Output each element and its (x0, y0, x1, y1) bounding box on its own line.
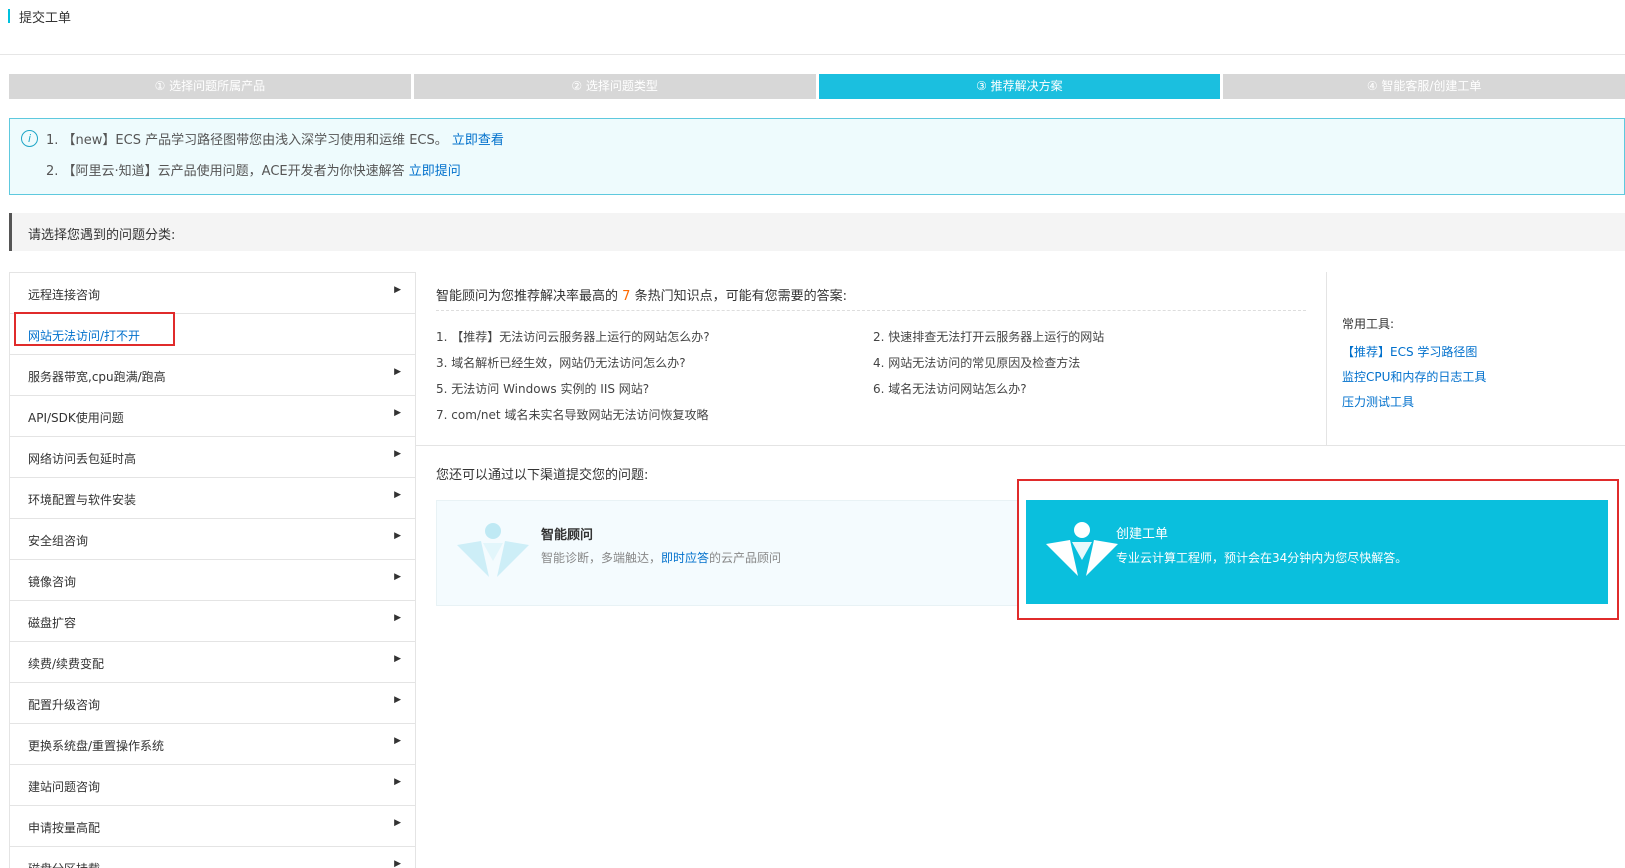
sidebar-item-environment-software[interactable]: 环境配置与软件安装 ▶ (10, 478, 415, 519)
sidebar-item-upgrade[interactable]: 配置升级咨询 ▶ (10, 683, 415, 724)
sidebar-item-api-sdk[interactable]: API/SDK使用问题 ▶ (10, 396, 415, 437)
sidebar-item-security-group[interactable]: 安全组咨询 ▶ (10, 519, 415, 560)
recommend-item-1[interactable]: 1. 【推荐】无法访问云服务器上运行的网站怎么办? (436, 328, 710, 345)
page-header: 提交工单 (0, 0, 1625, 55)
sidebar-item-label: 配置升级咨询 (28, 698, 101, 712)
notice-line-2-text: 2. 【阿里云·知道】云产品使用问题，ACE开发者为你快速解答 (46, 164, 405, 179)
step-4: ④ 智能客服/创建工单 (1223, 74, 1625, 99)
title-accent-bar (8, 9, 10, 23)
category-header: 请选择您遇到的问题分类: (9, 213, 1625, 251)
notice-line-1-text: 1. 【new】ECS 产品学习路径图带您由浅入深学习使用和运维 ECS。 (46, 133, 448, 148)
chevron-right-icon: ▶ (394, 613, 401, 623)
sidebar-item-website-building[interactable]: 建站问题咨询 ▶ (10, 765, 415, 806)
sidebar-item-bandwidth-cpu[interactable]: 服务器带宽,cpu跑满/跑高 ▶ (10, 355, 415, 396)
sidebar-item-label: 镜像咨询 (28, 575, 77, 589)
instant-answer-link[interactable]: 即时应答 (661, 551, 709, 565)
sidebar-item-network-latency[interactable]: 网络访问丢包延时高 ▶ (10, 437, 415, 478)
sidebar-item-label: 服务器带宽,cpu跑满/跑高 (28, 370, 166, 384)
recommend-item-7[interactable]: 7. com/net 域名未实名导致网站无法访问恢复攻略 (436, 406, 708, 423)
chevron-right-icon: ▶ (394, 408, 401, 418)
sidebar-item-renewal[interactable]: 续费/续费变配 ▶ (10, 642, 415, 683)
recommend-item-3[interactable]: 3. 域名解析已经生效，网站仍无法访问怎么办? (436, 354, 686, 371)
create-ticket-desc: 专业云计算工程师，预计会在34分钟内为您尽快解答。 (1116, 551, 1408, 565)
create-ticket-title: 创建工单 (1116, 527, 1169, 542)
sidebar-item-label: 安全组咨询 (28, 534, 89, 548)
sidebar-item-label: 建站问题咨询 (28, 780, 101, 794)
chevron-right-icon: ▶ (394, 285, 401, 295)
step-progress: ① 选择问题所属产品 ② 选择问题类型 ③ 推荐解决方案 ④ 智能客服/创建工单 (9, 74, 1625, 99)
step-3-active: ③ 推荐解决方案 (818, 74, 1221, 99)
recommend-item-5[interactable]: 5. 无法访问 Windows 实例的 IIS 网站? (436, 380, 649, 397)
notice-line-1: 1. 【new】ECS 产品学习路径图带您由浅入深学习使用和运维 ECS。 立即… (46, 129, 504, 148)
tool-link-monitor[interactable]: 监控CPU和内存的日志工具 (1342, 368, 1486, 385)
recommend-title-suffix: 条热门知识点，可能有您需要的答案: (634, 289, 847, 304)
recommend-item-2[interactable]: 2. 快速排查无法打开云服务器上运行的网站 (873, 328, 1104, 345)
chevron-right-icon: ▶ (394, 818, 401, 828)
sidebar-item-label: 远程连接咨询 (28, 288, 101, 302)
page-title: 提交工单 (19, 11, 72, 26)
chevron-right-icon: ▶ (394, 777, 401, 787)
sidebar-item-disk-partition[interactable]: 磁盘分区挂载▶ (10, 847, 415, 868)
smart-advisor-desc-prefix: 智能诊断，多端触达， (541, 551, 662, 565)
recommend-title-prefix: 智能顾问为您推荐解决率最高的 (436, 289, 619, 304)
chevron-right-icon: ▶ (394, 695, 401, 705)
sidebar-item-label: 网络访问丢包延时高 (28, 452, 137, 466)
chevron-right-icon: ▶ (394, 367, 401, 377)
vertical-divider (1326, 272, 1327, 445)
chevron-right-icon: ▶ (394, 449, 401, 459)
recommend-panel: 智能顾问为您推荐解决率最高的 7 条热门知识点，可能有您需要的答案: 1. 【推… (415, 272, 1325, 445)
sidebar-item-label: 磁盘扩容 (28, 616, 77, 630)
chevron-right-icon: ▶ (394, 736, 401, 746)
sidebar-item-label: 更换系统盘/重置操作系统 (28, 739, 165, 753)
sidebar-item-reset-os[interactable]: 更换系统盘/重置操作系统 ▶ (10, 724, 415, 765)
assistant-logo-icon (455, 521, 531, 583)
sidebar-item-label: 网站无法访问/打不开 (28, 329, 141, 343)
tool-link-stress-test[interactable]: 压力测试工具 (1342, 393, 1414, 410)
chevron-right-icon: ▶ (394, 572, 401, 582)
recommend-count: 7 (622, 289, 631, 304)
smart-advisor-card[interactable]: 智能顾问 智能诊断，多端触达，即时应答的云产品顾问 (436, 500, 1018, 606)
horizontal-divider (415, 445, 1625, 446)
step-2: ② 选择问题类型 (413, 74, 816, 99)
category-header-text: 请选择您遇到的问题分类: (28, 228, 176, 243)
smart-advisor-desc: 智能诊断，多端触达，即时应答的云产品顾问 (541, 549, 781, 566)
sidebar-item-disk-expansion[interactable]: 磁盘扩容 ▶ (10, 601, 415, 642)
chevron-right-icon: ▶ (394, 654, 401, 664)
category-sidebar: 远程连接咨询 ▶ 网站无法访问/打不开 服务器带宽,cpu跑满/跑高 ▶ API/S… (9, 272, 416, 868)
sidebar-item-label: 环境配置与软件安装 (28, 493, 137, 507)
chevron-right-icon: ▶ (394, 531, 401, 541)
sidebar-item-remote-connection[interactable]: 远程连接咨询 ▶ (10, 273, 415, 314)
step-1: ① 选择问题所属产品 (9, 74, 411, 99)
recommend-title: 智能顾问为您推荐解决率最高的 7 条热门知识点，可能有您需要的答案: (436, 285, 847, 304)
tool-link-ecs-path[interactable]: 【推荐】ECS 学习路径图 (1342, 343, 1477, 360)
sidebar-item-label: API/SDK使用问题 (28, 411, 124, 425)
smart-advisor-desc-suffix: 的云产品顾问 (709, 551, 782, 565)
tools-title: 常用工具: (1342, 317, 1395, 331)
sidebar-item-image[interactable]: 镜像咨询 ▶ (10, 560, 415, 601)
notice-line-2: 2. 【阿里云·知道】云产品使用问题，ACE开发者为你快速解答 立即提问 (46, 160, 461, 179)
notice-view-link[interactable]: 立即查看 (452, 133, 504, 148)
channels-title: 您还可以通过以下渠道提交您的问题: (436, 468, 649, 483)
notice-box: i 1. 【new】ECS 产品学习路径图带您由浅入深学习使用和运维 ECS。 … (9, 118, 1625, 195)
smart-advisor-title: 智能顾问 (541, 528, 594, 543)
ticket-logo-icon (1044, 520, 1120, 582)
info-icon: i (21, 130, 38, 147)
notice-ask-link[interactable]: 立即提问 (409, 164, 461, 179)
sidebar-item-label: 申请按量高配 (28, 821, 101, 835)
recommend-item-4[interactable]: 4. 网站无法访问的常见原因及检查方法 (873, 354, 1080, 371)
sidebar-item-website-unreachable[interactable]: 网站无法访问/打不开 (10, 314, 415, 355)
recommend-item-6[interactable]: 6. 域名无法访问网站怎么办? (873, 380, 1027, 397)
chevron-right-icon: ▶ (394, 490, 401, 500)
sidebar-item-pay-as-you-go[interactable]: 申请按量高配 ▶ (10, 806, 415, 847)
dashed-divider (436, 310, 1306, 311)
create-ticket-card[interactable]: 创建工单 专业云计算工程师，预计会在34分钟内为您尽快解答。 (1026, 500, 1608, 604)
sidebar-item-label: 续费/续费变配 (28, 657, 105, 671)
